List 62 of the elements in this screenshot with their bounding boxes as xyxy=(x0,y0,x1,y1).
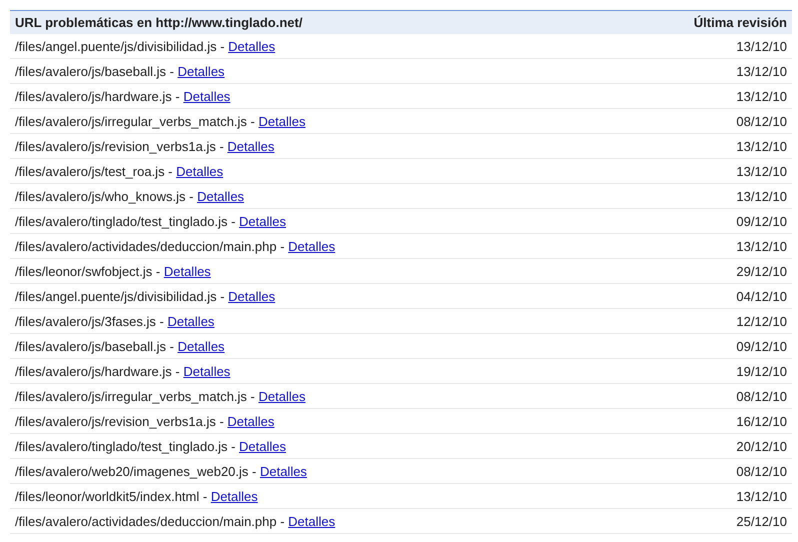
revision-date: 13/12/10 xyxy=(736,88,787,104)
revision-date: 13/12/10 xyxy=(736,138,787,154)
details-link[interactable]: Detalles xyxy=(260,464,307,478)
url-path: /files/avalero/js/revision_verbs1a.js - Detalles xyxy=(15,138,274,154)
column-header: Última revisión xyxy=(694,15,787,30)
details-link[interactable]: Detalles xyxy=(210,488,258,504)
revision-date: 08/12/10 xyxy=(736,464,787,478)
details-link[interactable]: Detalles xyxy=(228,38,276,54)
revision-date: 29/12/10 xyxy=(736,264,787,278)
revision-date: 13/12/10 xyxy=(736,188,787,204)
revision-date: 04/12/10 xyxy=(736,288,787,304)
revision-date: 08/12/10 xyxy=(736,114,787,128)
details-link[interactable]: Detalles xyxy=(258,388,306,404)
url-path: /files/avalero/js/test_roa.js - Detalles xyxy=(15,164,224,178)
details-link[interactable]: Detalles xyxy=(258,114,306,128)
details-link[interactable]: Detalles xyxy=(178,64,225,78)
revision-date: 13/12/10 xyxy=(736,164,787,178)
revision-date: 13/12/10 xyxy=(736,488,787,504)
url-path: /files/avalero/js/hardware.js - Detalles xyxy=(15,364,230,378)
url-path: /files/angel.puente/js/divisibilidad.js - Detalles xyxy=(15,38,276,54)
details-link[interactable]: Detalles xyxy=(227,414,274,428)
details-link[interactable]: Detalles xyxy=(178,338,225,354)
details-link[interactable]: Detalles xyxy=(288,238,336,254)
url-path: /files/leonor/swfobject.js - Detalles xyxy=(15,264,211,278)
url-path: /files/avalero/js/hardware.js - Detalles xyxy=(15,88,230,104)
url-path: /files/avalero/js/3fases.js - Detalles xyxy=(15,314,214,328)
revision-date: 09/12/10 xyxy=(736,214,787,228)
column-header: URL problemáticas en http://www.tinglado.net/ xyxy=(15,15,302,30)
url-path: /files/avalero/js/baseball.js - Detalles xyxy=(15,338,225,354)
url-path: /files/avalero/tinglado/test_tinglado.js - Detalles xyxy=(15,438,286,454)
revision-date: 09/12/10 xyxy=(736,338,787,354)
url-path: /files/avalero/js/revision_verbs1a.js - Detalles xyxy=(15,414,274,428)
revision-date: 16/12/10 xyxy=(736,414,787,428)
url-path: /files/angel.puente/js/divisibilidad.js - Detalles xyxy=(15,288,276,304)
details-link[interactable]: Detalles xyxy=(164,264,211,278)
url-path: /files/avalero/js/baseball.js - Detalles xyxy=(15,64,225,78)
details-link[interactable]: Detalles xyxy=(167,314,214,328)
url-path: /files/avalero/actividades/deduccion/main.php - Detalles xyxy=(15,514,336,528)
details-link[interactable]: Detalles xyxy=(239,438,286,454)
url-path: /files/leonor/worldkit5/index.html - Detalles xyxy=(15,488,258,504)
url-path: /files/avalero/js/who_knows.js - Detalles xyxy=(15,188,244,204)
details-link[interactable]: Detalles xyxy=(176,164,224,178)
revision-date: 13/12/10 xyxy=(736,38,787,54)
details-link[interactable]: Detalles xyxy=(239,214,286,228)
url-path: /files/avalero/js/irregular_verbs_match.js - Detalles xyxy=(15,388,306,404)
url-path: /files/avalero/tinglado/test_tinglado.js - Detalles xyxy=(15,214,286,228)
revision-date: 13/12/10 xyxy=(736,238,787,254)
revision-date: 19/12/10 xyxy=(736,364,787,378)
details-link[interactable]: Detalles xyxy=(197,188,244,204)
url-path: /files/avalero/actividades/deduccion/main.php - Detalles xyxy=(15,238,336,254)
url-path: /files/avalero/web20/imagenes_web20.js - Detalles xyxy=(15,464,307,478)
revision-date: 08/12/10 xyxy=(736,388,787,404)
url-path: /files/avalero/js/irregular_verbs_match.js - Detalles xyxy=(15,114,306,128)
details-link[interactable]: Detalles xyxy=(227,138,274,154)
revision-date: 12/12/10 xyxy=(736,314,787,328)
revision-date: 20/12/10 xyxy=(736,438,787,454)
details-link[interactable]: Detalles xyxy=(228,288,276,304)
details-link[interactable]: Detalles xyxy=(288,514,336,528)
details-link[interactable]: Detalles xyxy=(183,88,230,104)
revision-date: 13/12/10 xyxy=(736,64,787,78)
revision-date: 25/12/10 xyxy=(736,514,787,528)
details-link[interactable]: Detalles xyxy=(183,364,230,378)
